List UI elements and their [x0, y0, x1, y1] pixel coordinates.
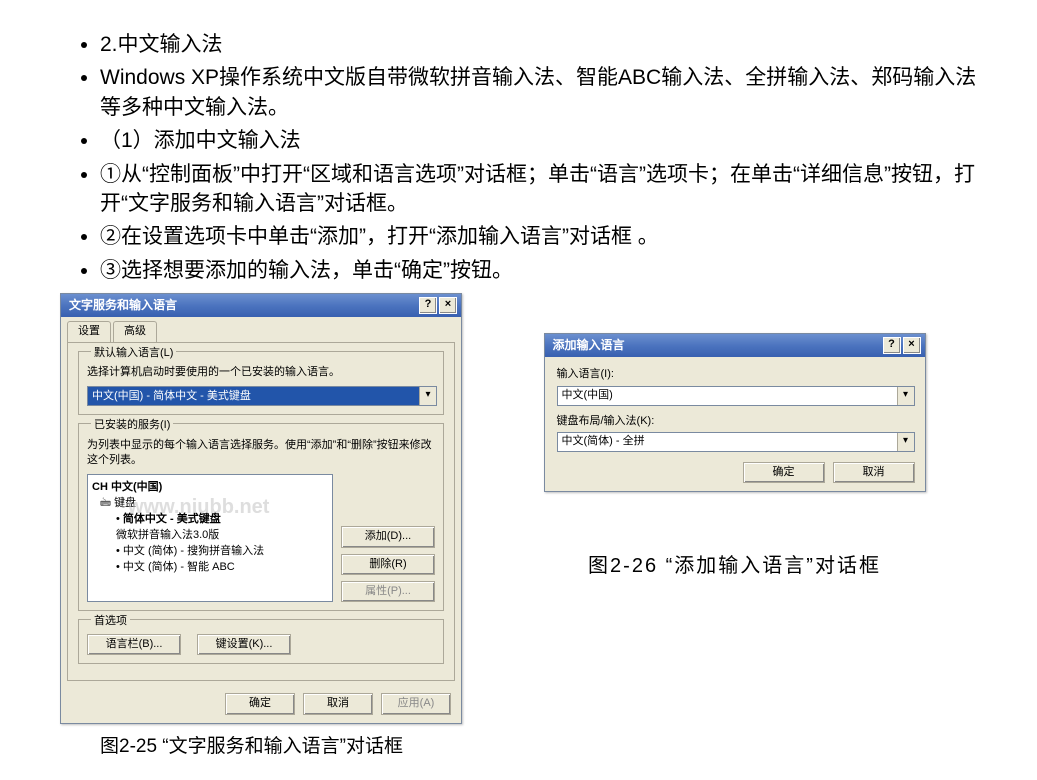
properties-button[interactable]: 属性(P)...	[341, 581, 435, 602]
tree-item: • 中文 (简体) - 智能 ABC	[116, 559, 328, 575]
ok-button[interactable]: 确定	[225, 693, 295, 714]
cancel-button[interactable]: 取消	[833, 462, 915, 483]
default-hint: 选择计算机启动时要使用的一个已安装的输入语言。	[87, 365, 435, 380]
ok-button[interactable]: 确定	[743, 462, 825, 483]
bullet-item: Windows XP操作系统中文版自带微软拼音输入法、智能ABC输入法、全拼输入…	[100, 63, 977, 122]
default-language-group: 默认输入语言(L) 选择计算机启动时要使用的一个已安装的输入语言。 中文(中国)…	[78, 351, 444, 416]
bullet-item: ③选择想要添加的输入法，单击“确定”按钮。	[100, 256, 977, 285]
dialog-footer: 确定 取消 应用(A)	[61, 687, 461, 722]
select-value: 中文(简体) - 全拼	[558, 434, 897, 449]
select-value: 中文(中国) - 简体中文 - 美式键盘	[88, 389, 419, 404]
bullet-item: ①从“控制面板”中打开“区域和语言选项”对话框；单击“语言”选项卡；在单击“详细…	[100, 160, 977, 219]
input-language-select[interactable]: 中文(中国) ▾	[557, 386, 915, 406]
bullet-item: 2.中文输入法	[100, 30, 977, 59]
chevron-down-icon: ▾	[897, 433, 914, 451]
figure-caption-2-26: 图2-26 “添加输入语言”对话框	[492, 552, 977, 580]
services-listbox[interactable]: CH 中文(中国) 🖮 键盘 • 简体中文 - 美式键盘 微软拼音输入法3.0版…	[87, 474, 333, 602]
cancel-button[interactable]: 取消	[303, 693, 373, 714]
tree-item: • 简体中文 - 美式键盘	[116, 511, 328, 527]
bullet-item: （1）添加中文输入法	[100, 126, 977, 155]
bullet-item: ②在设置选项卡中单击“添加”，打开“添加输入语言”对话框 。	[100, 222, 977, 251]
chevron-down-icon: ▾	[419, 387, 436, 405]
tree-item: • 中文 (简体) - 搜狗拼音输入法	[116, 543, 328, 559]
input-language-label: 输入语言(I):	[557, 367, 913, 382]
keyboard-layout-select[interactable]: 中文(简体) - 全拼 ▾	[557, 432, 915, 452]
language-bar-button[interactable]: 语言栏(B)...	[87, 634, 181, 655]
installed-services-group: 已安装的服务(I) 为列表中显示的每个输入语言选择服务。使用“添加”和“删除”按…	[78, 423, 444, 611]
figure-caption-2-25: 图2-25 “文字服务和输入语言”对话框	[100, 734, 977, 761]
titlebar: 文字服务和输入语言 ? ×	[61, 294, 461, 317]
add-input-language-dialog: 添加输入语言 ? × 输入语言(I): 中文(中国) ▾ 键盘布局/输入法(K)…	[544, 333, 926, 492]
key-settings-button[interactable]: 键设置(K)...	[197, 634, 291, 655]
installed-hint: 为列表中显示的每个输入语言选择服务。使用“添加”和“删除”按钮来修改这个列表。	[87, 438, 435, 469]
tree-item: 微软拼音输入法3.0版	[116, 527, 328, 543]
titlebar: 添加输入语言 ? ×	[545, 334, 925, 357]
tab-settings[interactable]: 设置	[67, 321, 111, 341]
apply-button[interactable]: 应用(A)	[381, 693, 451, 714]
group-title: 已安装的服务(I)	[91, 418, 173, 433]
tree-keyboard: 🖮 键盘	[100, 495, 328, 511]
select-value: 中文(中国)	[558, 388, 897, 403]
tab-advanced[interactable]: 高级	[113, 321, 157, 341]
text-services-dialog: 文字服务和输入语言 ? × 设置 高级 默认输入语言(L) 选择计算机启动时要使…	[60, 293, 462, 724]
keyboard-layout-label: 键盘布局/输入法(K):	[557, 414, 913, 429]
tab-panel: 默认输入语言(L) 选择计算机启动时要使用的一个已安装的输入语言。 中文(中国)…	[67, 342, 455, 682]
preferences-group: 首选项 语言栏(B)... 键设置(K)...	[78, 619, 444, 664]
help-button[interactable]: ?	[883, 337, 901, 354]
group-title: 首选项	[91, 614, 130, 629]
bullet-list: 2.中文输入法 Windows XP操作系统中文版自带微软拼音输入法、智能ABC…	[60, 30, 977, 285]
default-language-select[interactable]: 中文(中国) - 简体中文 - 美式键盘 ▾	[87, 386, 437, 406]
tab-strip: 设置 高级	[61, 317, 461, 341]
tree-root: CH 中文(中国)	[92, 479, 328, 495]
close-button[interactable]: ×	[439, 297, 457, 314]
dialog-title: 文字服务和输入语言	[69, 297, 177, 314]
remove-button[interactable]: 删除(R)	[341, 554, 435, 575]
help-button[interactable]: ?	[419, 297, 437, 314]
dialog-footer: 确定 取消	[545, 456, 925, 491]
add-button[interactable]: 添加(D)...	[341, 526, 435, 547]
group-title: 默认输入语言(L)	[91, 346, 176, 361]
dialog-title: 添加输入语言	[553, 337, 625, 354]
chevron-down-icon: ▾	[897, 387, 914, 405]
close-button[interactable]: ×	[903, 337, 921, 354]
